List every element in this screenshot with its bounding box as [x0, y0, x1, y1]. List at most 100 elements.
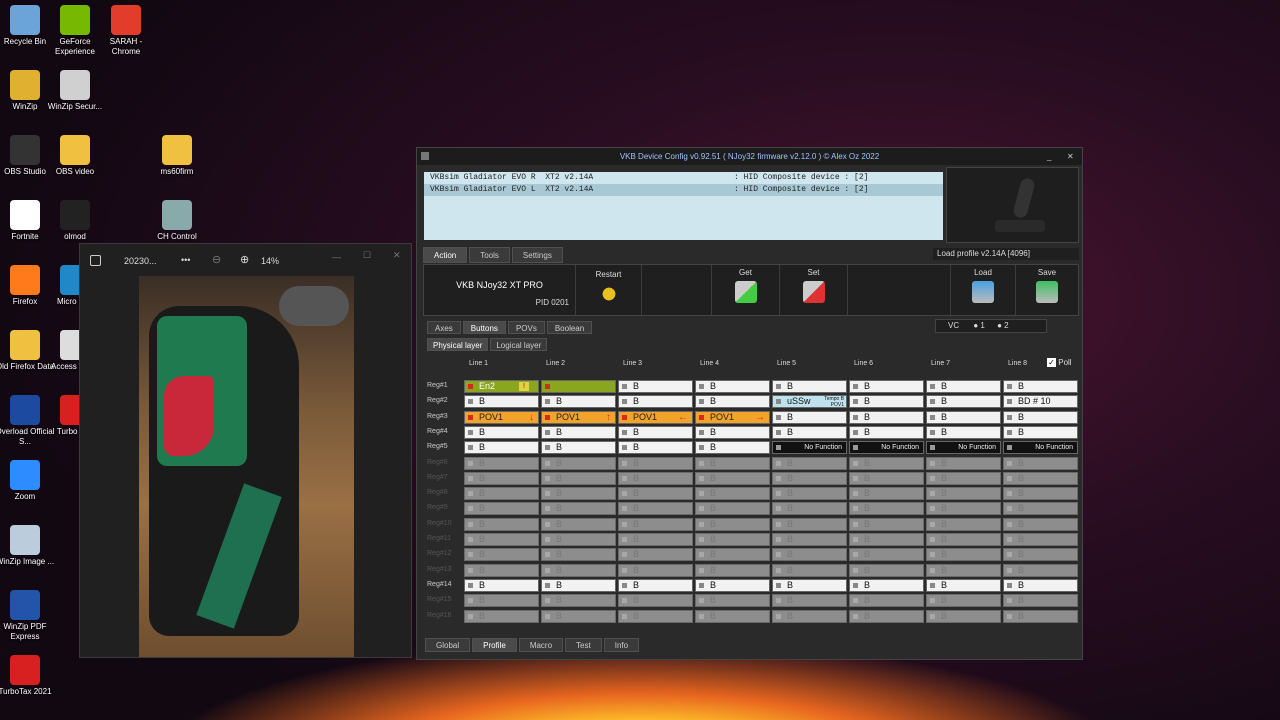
button-cell[interactable]: B — [541, 609, 616, 623]
button-cell[interactable]: B — [464, 425, 539, 439]
button-cell[interactable]: B — [695, 456, 770, 470]
button-cell[interactable]: B — [464, 578, 539, 592]
button-cell[interactable]: B — [695, 441, 770, 455]
button-cell[interactable]: B — [1003, 456, 1078, 470]
button-cell[interactable]: B — [926, 548, 1001, 562]
button-cell[interactable]: B — [464, 609, 539, 623]
button-cell[interactable]: B — [772, 380, 847, 393]
button-cell[interactable]: No Function — [772, 441, 847, 455]
button-cell[interactable]: B — [849, 487, 924, 501]
button-cell[interactable]: B — [464, 456, 539, 470]
minimize-icon[interactable]: — — [332, 252, 341, 262]
load-button[interactable]: Load — [950, 265, 1016, 315]
save-button[interactable]: Save — [1016, 265, 1078, 315]
button-cell[interactable]: B — [618, 456, 693, 470]
button-cell[interactable]: B — [1003, 563, 1078, 577]
set-button[interactable]: Set — [780, 265, 848, 315]
button-cell[interactable]: B — [849, 578, 924, 592]
subtab-povs[interactable]: POVs — [507, 321, 545, 334]
button-cell[interactable]: B — [618, 380, 693, 393]
minimize-icon[interactable]: _ — [1047, 148, 1051, 165]
button-cell[interactable]: B — [1003, 548, 1078, 562]
button-cell[interactable]: B — [849, 517, 924, 531]
button-cell[interactable]: B — [772, 609, 847, 623]
button-cell[interactable]: B — [695, 609, 770, 623]
button-cell[interactable]: B — [464, 594, 539, 608]
button-cell[interactable]: B — [464, 441, 539, 455]
button-cell[interactable]: B — [541, 594, 616, 608]
tab-physical-layer[interactable]: Physical layer — [427, 338, 489, 351]
button-cell[interactable]: B — [618, 471, 693, 485]
button-cell[interactable]: B — [849, 548, 924, 562]
button-cell[interactable]: B — [1003, 609, 1078, 623]
button-cell[interactable]: B — [1003, 380, 1078, 393]
button-cell[interactable]: B — [849, 410, 924, 424]
button-cell[interactable]: B — [618, 578, 693, 592]
button-cell[interactable]: B — [849, 609, 924, 623]
button-cell[interactable]: B — [618, 502, 693, 516]
tab-settings[interactable]: Settings — [511, 247, 563, 263]
button-cell[interactable]: B — [464, 533, 539, 546]
poll-checkbox[interactable]: ✓ Poll — [1047, 358, 1072, 367]
tab-tools[interactable]: Tools — [469, 247, 510, 263]
button-cell[interactable]: B — [464, 487, 539, 501]
button-cell[interactable]: B — [1003, 502, 1078, 516]
tab-test[interactable]: Test — [565, 638, 602, 652]
desktop-icon[interactable]: ms60firm — [146, 135, 208, 177]
button-cell[interactable]: B — [1003, 410, 1078, 424]
button-cell[interactable]: B — [541, 395, 616, 409]
button-cell[interactable]: B — [849, 380, 924, 393]
button-cell[interactable]: B — [926, 425, 1001, 439]
button-cell[interactable]: B — [464, 395, 539, 409]
button-cell[interactable]: B — [1003, 578, 1078, 592]
more-options-button[interactable]: ••• — [181, 255, 190, 265]
maximize-icon[interactable]: ☐ — [363, 250, 371, 261]
button-cell[interactable]: B — [695, 471, 770, 485]
button-cell[interactable]: B — [926, 609, 1001, 623]
button-cell[interactable]: B — [618, 517, 693, 531]
button-cell[interactable]: B — [926, 395, 1001, 409]
tab-global[interactable]: Global — [425, 638, 471, 652]
button-cell[interactable]: B — [926, 487, 1001, 501]
button-cell[interactable]: B — [695, 548, 770, 562]
button-cell[interactable]: B — [541, 533, 616, 546]
button-cell[interactable]: B — [849, 502, 924, 516]
button-cell[interactable]: BD # 10 — [1003, 395, 1078, 409]
button-cell[interactable]: B — [618, 563, 693, 577]
desktop-icon[interactable]: olmod — [44, 200, 106, 242]
device-row[interactable]: VKBsim Gladiator EVO R XT2 v2.14A: HID C… — [424, 172, 943, 184]
button-cell[interactable]: B — [772, 487, 847, 501]
button-cell[interactable]: En2! — [464, 380, 539, 393]
button-cell[interactable]: B — [618, 487, 693, 501]
button-cell[interactable]: B — [772, 502, 847, 516]
subtab-axes[interactable]: Axes — [427, 321, 461, 334]
button-cell[interactable]: B — [541, 563, 616, 577]
button-cell[interactable]: B — [541, 441, 616, 455]
button-cell[interactable]: B — [464, 548, 539, 562]
tab-action[interactable]: Action — [423, 247, 468, 263]
button-cell[interactable]: B — [772, 410, 847, 424]
desktop-icon[interactable]: CH Control — [146, 200, 208, 242]
button-cell[interactable]: B — [926, 578, 1001, 592]
button-cell[interactable]: B — [849, 533, 924, 546]
button-cell[interactable]: B — [618, 395, 693, 409]
button-cell[interactable]: B — [772, 456, 847, 470]
desktop-icon[interactable]: WinZip Secur... — [44, 70, 106, 112]
button-cell[interactable]: No Function — [926, 441, 1001, 455]
button-cell[interactable]: B — [926, 380, 1001, 393]
button-cell[interactable]: B — [618, 548, 693, 562]
button-cell[interactable]: B — [541, 487, 616, 501]
button-cell[interactable]: B — [541, 456, 616, 470]
button-cell[interactable]: B — [772, 594, 847, 608]
button-cell[interactable]: B — [1003, 487, 1078, 501]
button-cell[interactable]: B — [926, 456, 1001, 470]
button-cell[interactable]: B — [618, 609, 693, 623]
vc-radio-2[interactable]: ● 2 — [997, 321, 1009, 330]
button-cell[interactable]: B — [926, 563, 1001, 577]
button-cell[interactable]: B — [695, 487, 770, 501]
button-cell[interactable]: POV1 ↓ — [464, 410, 539, 424]
button-cell[interactable]: B — [695, 563, 770, 577]
button-cell[interactable]: B — [926, 517, 1001, 531]
desktop-icon[interactable]: WinZip Image ... — [0, 525, 56, 567]
button-cell[interactable]: B — [695, 380, 770, 393]
